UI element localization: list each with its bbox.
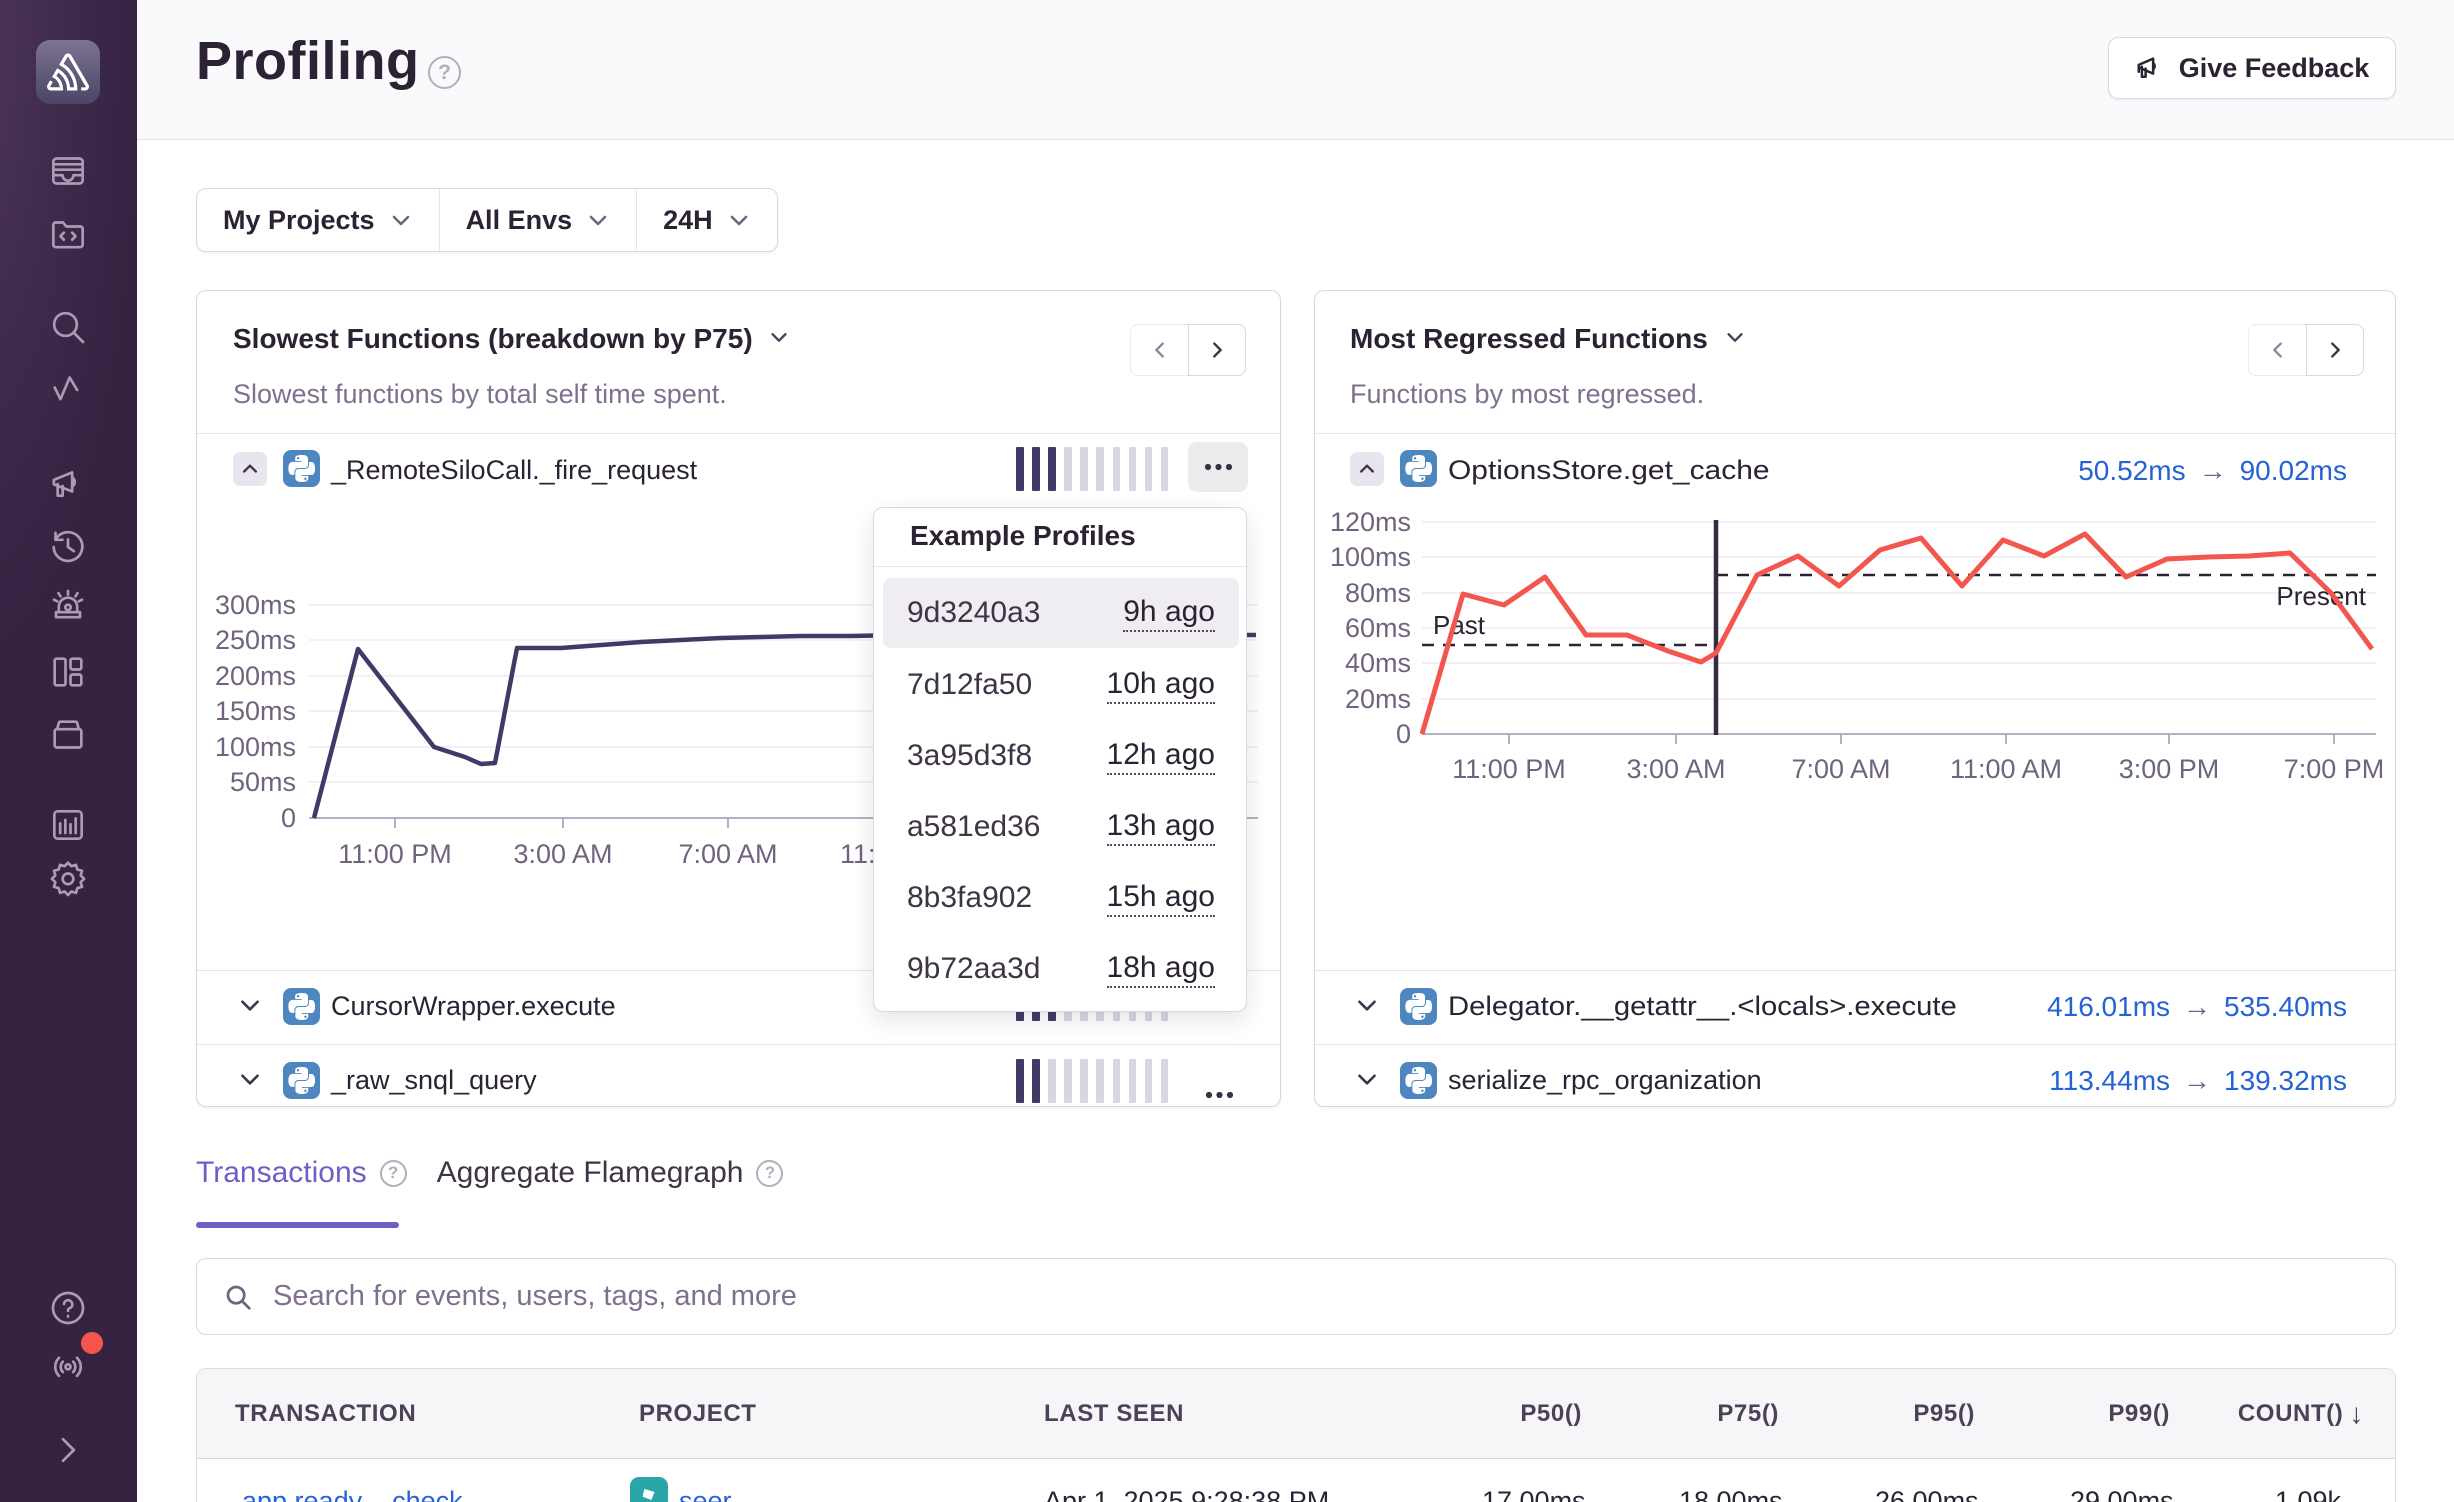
svg-text:3:00 AM: 3:00 AM: [1626, 754, 1725, 784]
svg-text:120ms: 120ms: [1330, 507, 1411, 537]
svg-text:80ms: 80ms: [1345, 578, 1411, 608]
svg-text:0: 0: [1396, 719, 1411, 749]
svg-text:7:00 AM: 7:00 AM: [678, 839, 777, 869]
svg-text:11:00 PM: 11:00 PM: [1452, 754, 1566, 784]
svg-text:100ms: 100ms: [1330, 542, 1411, 572]
svg-text:11:00 PM: 11:00 PM: [338, 839, 452, 869]
svg-text:250ms: 250ms: [215, 625, 296, 655]
svg-text:150ms: 150ms: [215, 696, 296, 726]
svg-text:20ms: 20ms: [1345, 684, 1411, 714]
svg-text:7:00 PM: 7:00 PM: [2284, 754, 2385, 784]
svg-text:200ms: 200ms: [215, 661, 296, 691]
svg-text:300ms: 300ms: [215, 590, 296, 620]
svg-text:0: 0: [281, 803, 296, 833]
svg-text:60ms: 60ms: [1345, 613, 1411, 643]
svg-text:40ms: 40ms: [1345, 648, 1411, 678]
svg-text:7:00 AM: 7:00 AM: [1791, 754, 1890, 784]
svg-text:3:00 AM: 3:00 AM: [513, 839, 612, 869]
svg-text:50ms: 50ms: [230, 767, 296, 797]
svg-text:3:00 PM: 3:00 PM: [2119, 754, 2220, 784]
svg-text:11:00 AM: 11:00 AM: [1950, 754, 2062, 784]
svg-text:100ms: 100ms: [215, 732, 296, 762]
